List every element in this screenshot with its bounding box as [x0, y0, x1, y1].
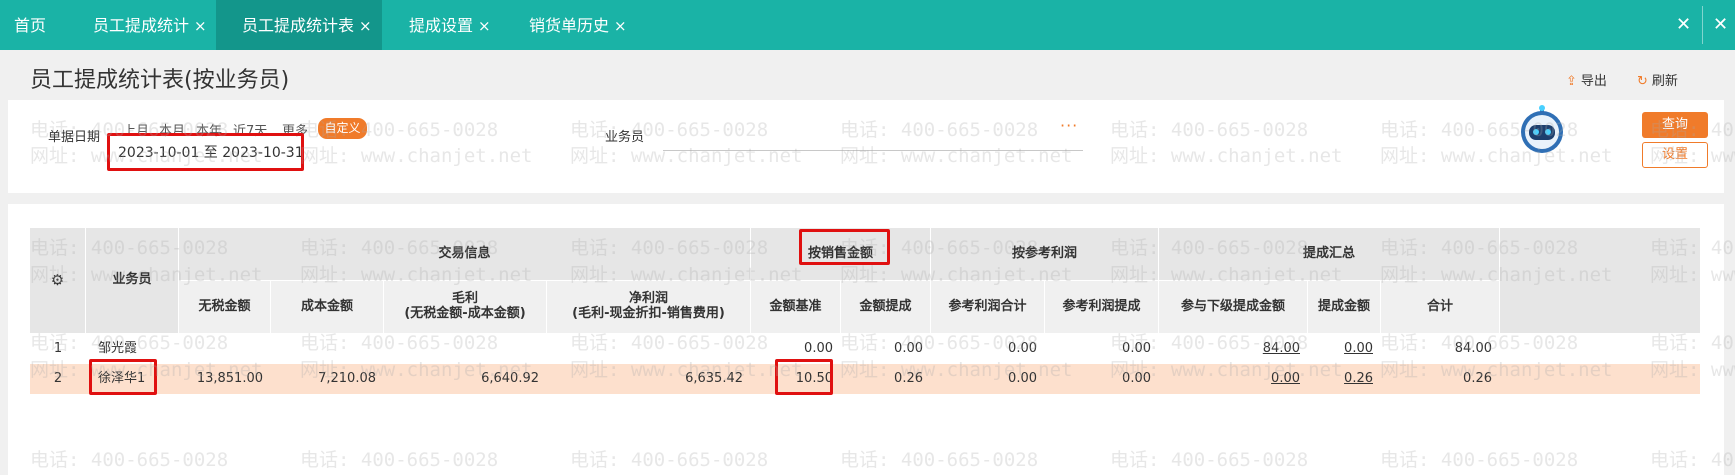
sub-level-commission-link[interactable]: 84.00: [1263, 341, 1300, 357]
gross-profit-cell: [384, 334, 547, 364]
divider: [1702, 6, 1703, 44]
date-label: 单据日期: [48, 130, 101, 145]
tab-label: 首页: [14, 16, 47, 35]
column-header-salesperson[interactable]: 业务员: [86, 228, 179, 334]
export-label: 导出: [1580, 74, 1607, 89]
tab-home[interactable]: 首页: [14, 0, 46, 50]
query-button[interactable]: 查询: [1642, 112, 1708, 138]
header-filler: [1500, 228, 1700, 334]
group-header-by-reference-profit: 按参考利润: [931, 228, 1159, 281]
more-options-icon[interactable]: ···: [1060, 116, 1078, 135]
amount-commission-cell: 0.26: [894, 370, 923, 386]
group-header-commission-summary: 提成汇总: [1159, 228, 1500, 281]
annotation-box-amount-base: [775, 359, 833, 395]
total-cell: 0.26: [1463, 370, 1492, 386]
reference-profit-commission-cell: 0.00: [1122, 370, 1151, 386]
untaxed-amount-cell: 13,851.00: [196, 370, 263, 386]
close-icon[interactable]: ×: [614, 17, 627, 35]
column-header-reference-profit-commission[interactable]: 参考利润提成: [1045, 281, 1159, 334]
column-header-net-profit-formula: (毛利-现金折扣-销售费用): [572, 306, 725, 321]
tab-label: 员工提成统计表: [242, 16, 355, 35]
assistant-robot-icon[interactable]: [1516, 105, 1568, 157]
net-profit-cell: 6,635.42: [685, 370, 743, 386]
close-icon[interactable]: ×: [478, 17, 491, 35]
cost-amount-cell: 7,210.08: [318, 370, 376, 386]
sub-level-commission-cell[interactable]: 84.00: [1159, 334, 1308, 364]
refresh-button[interactable]: ↻ 刷新: [1637, 70, 1678, 89]
salesperson-label: 业务员: [605, 130, 645, 145]
column-header-gross-profit-title: 毛利: [451, 291, 478, 307]
close-all-tabs-icon[interactable]: ✕: [1676, 0, 1691, 50]
column-settings-button[interactable]: ⚙: [30, 228, 86, 334]
salesperson-input[interactable]: [663, 150, 1083, 151]
commission-amount-cell[interactable]: 0.00: [1308, 334, 1381, 364]
commission-amount-cell[interactable]: 0.26: [1308, 364, 1381, 394]
reference-profit-total-cell: 0.00: [1008, 370, 1037, 386]
custom-range-tag[interactable]: 自定义: [318, 118, 367, 139]
cost-amount-cell: [271, 334, 384, 364]
close-icon[interactable]: ×: [359, 17, 372, 35]
row-number: 2: [53, 370, 63, 386]
refresh-icon: ↻: [1637, 74, 1648, 89]
reference-profit-commission-cell: 0.00: [1122, 340, 1151, 356]
row-number: 1: [53, 340, 63, 356]
amount-commission-cell: 0.00: [894, 340, 923, 356]
group-header-trade-info: 交易信息: [179, 228, 751, 281]
close-icon[interactable]: ×: [194, 17, 207, 35]
close-window-icon[interactable]: ✕: [1713, 0, 1728, 50]
column-header-gross-profit[interactable]: 毛利 (无税金额-成本金额): [384, 281, 547, 334]
export-icon: ⇪: [1566, 74, 1577, 89]
tab-label: 员工提成统计: [93, 16, 190, 35]
tab-label: 提成设置: [409, 16, 474, 35]
annotation-box-by-sales-amount: [799, 229, 890, 265]
tab-label: 销货单历史: [529, 16, 610, 35]
total-cell: 84.00: [1454, 340, 1492, 356]
column-header-untaxed-amount[interactable]: 无税金额: [179, 281, 271, 334]
tab-sales-order-history[interactable]: 销货单历史 ×: [529, 0, 627, 50]
net-profit-cell: [547, 334, 751, 364]
sub-level-commission-cell[interactable]: 0.00: [1159, 364, 1308, 394]
tab-commission-settings[interactable]: 提成设置 ×: [409, 0, 491, 50]
sub-level-commission-link[interactable]: 0.00: [1271, 371, 1300, 387]
column-header-commission-amount[interactable]: 提成金额: [1308, 281, 1381, 334]
gross-profit-cell: 6,640.92: [481, 370, 539, 386]
annotation-box-date-range: [107, 133, 304, 171]
column-header-net-profit[interactable]: 净利润 (毛利-现金折扣-销售费用): [547, 281, 751, 334]
export-button[interactable]: ⇪ 导出: [1566, 70, 1607, 89]
untaxed-amount-cell: [179, 334, 271, 364]
annotation-box-salesperson: [89, 359, 157, 395]
column-header-total[interactable]: 合计: [1381, 281, 1500, 334]
commission-amount-link[interactable]: 0.00: [1344, 341, 1373, 357]
column-header-cost-amount[interactable]: 成本金额: [271, 281, 384, 334]
gear-icon: ⚙: [50, 270, 65, 289]
column-header-amount-commission[interactable]: 金额提成: [841, 281, 931, 334]
page-title: 员工提成统计表(按业务员): [30, 68, 290, 93]
column-header-sub-level-commission[interactable]: 参与下级提成金额: [1159, 281, 1308, 334]
tab-staff-commission-stats[interactable]: 员工提成统计 ×: [93, 0, 207, 50]
tab-bar: 首页 员工提成统计 × 员工提成统计表 × 提成设置 × 销货单历史 × ✕ ✕: [0, 0, 1735, 50]
column-header-reference-profit-total[interactable]: 参考利润合计: [931, 281, 1045, 334]
column-header-net-profit-title: 净利润: [628, 291, 668, 307]
commission-amount-link[interactable]: 0.26: [1344, 371, 1373, 387]
column-header-gross-profit-formula: (无税金额-成本金额): [404, 306, 526, 321]
setting-button[interactable]: 设置: [1642, 142, 1708, 168]
reference-profit-total-cell: 0.00: [1008, 340, 1037, 356]
column-header-amount-base[interactable]: 金额基准: [751, 281, 841, 334]
refresh-label: 刷新: [1651, 74, 1678, 89]
tab-staff-commission-table[interactable]: 员工提成统计表 ×: [216, 0, 382, 50]
